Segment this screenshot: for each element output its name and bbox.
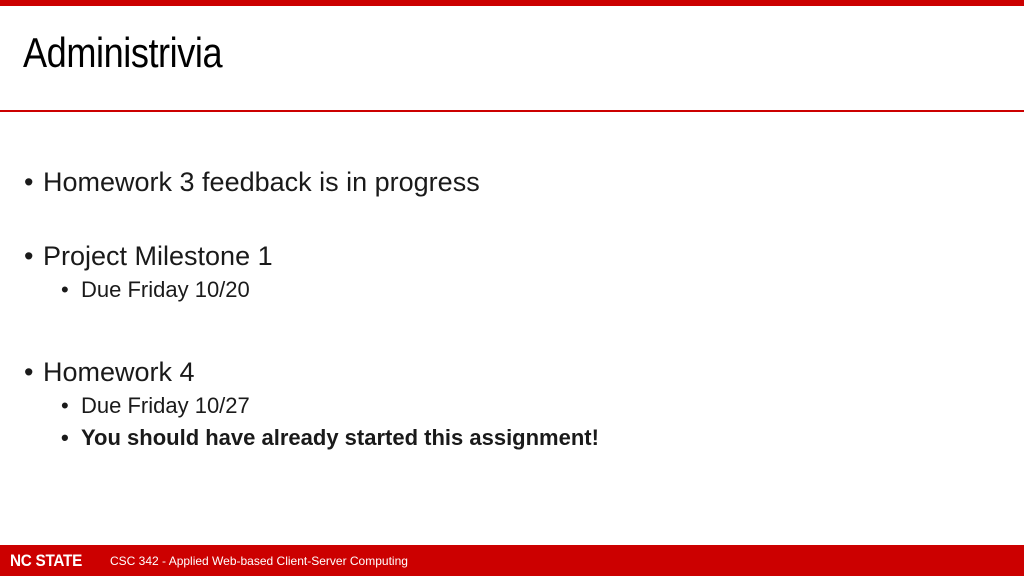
slide-content: • Homework 3 feedback is in progress • P… bbox=[24, 164, 984, 454]
bullet-text: Homework 3 feedback is in progress bbox=[43, 167, 480, 197]
title-divider bbox=[0, 110, 1024, 112]
bullet-glyph: • bbox=[61, 425, 69, 450]
slide: Administrivia • Homework 3 feedback is i… bbox=[0, 0, 1024, 576]
sub-bullet-item: • You should have already started this a… bbox=[61, 422, 984, 454]
sub-bullet-item: • Due Friday 10/27 bbox=[61, 390, 984, 422]
bullet-glyph: • bbox=[24, 357, 34, 387]
sub-bullet-text: You should have already started this ass… bbox=[81, 425, 599, 450]
bullet-item: • Project Milestone 1 bbox=[24, 238, 984, 274]
bullet-text: Project Milestone 1 bbox=[43, 241, 273, 271]
sub-bullet-text: Due Friday 10/20 bbox=[81, 277, 250, 302]
bullet-glyph: • bbox=[24, 241, 34, 271]
bullet-text: Homework 4 bbox=[43, 357, 195, 387]
sub-bullet-item: • Due Friday 10/20 bbox=[61, 274, 984, 306]
bullet-glyph: • bbox=[61, 393, 69, 418]
course-title: CSC 342 - Applied Web-based Client-Serve… bbox=[110, 553, 408, 568]
nc-state-logo: NC STATE bbox=[10, 550, 83, 570]
footer-bar: NC STATE CSC 342 - Applied Web-based Cli… bbox=[0, 545, 1024, 576]
bullet-item: • Homework 3 feedback is in progress bbox=[24, 164, 984, 200]
sub-bullet-text: Due Friday 10/27 bbox=[81, 393, 250, 418]
bullet-glyph: • bbox=[61, 277, 69, 302]
bullet-item: • Homework 4 bbox=[24, 354, 984, 390]
slide-title: Administrivia bbox=[23, 29, 223, 76]
top-accent-bar bbox=[0, 0, 1024, 6]
bullet-glyph: • bbox=[24, 167, 34, 197]
